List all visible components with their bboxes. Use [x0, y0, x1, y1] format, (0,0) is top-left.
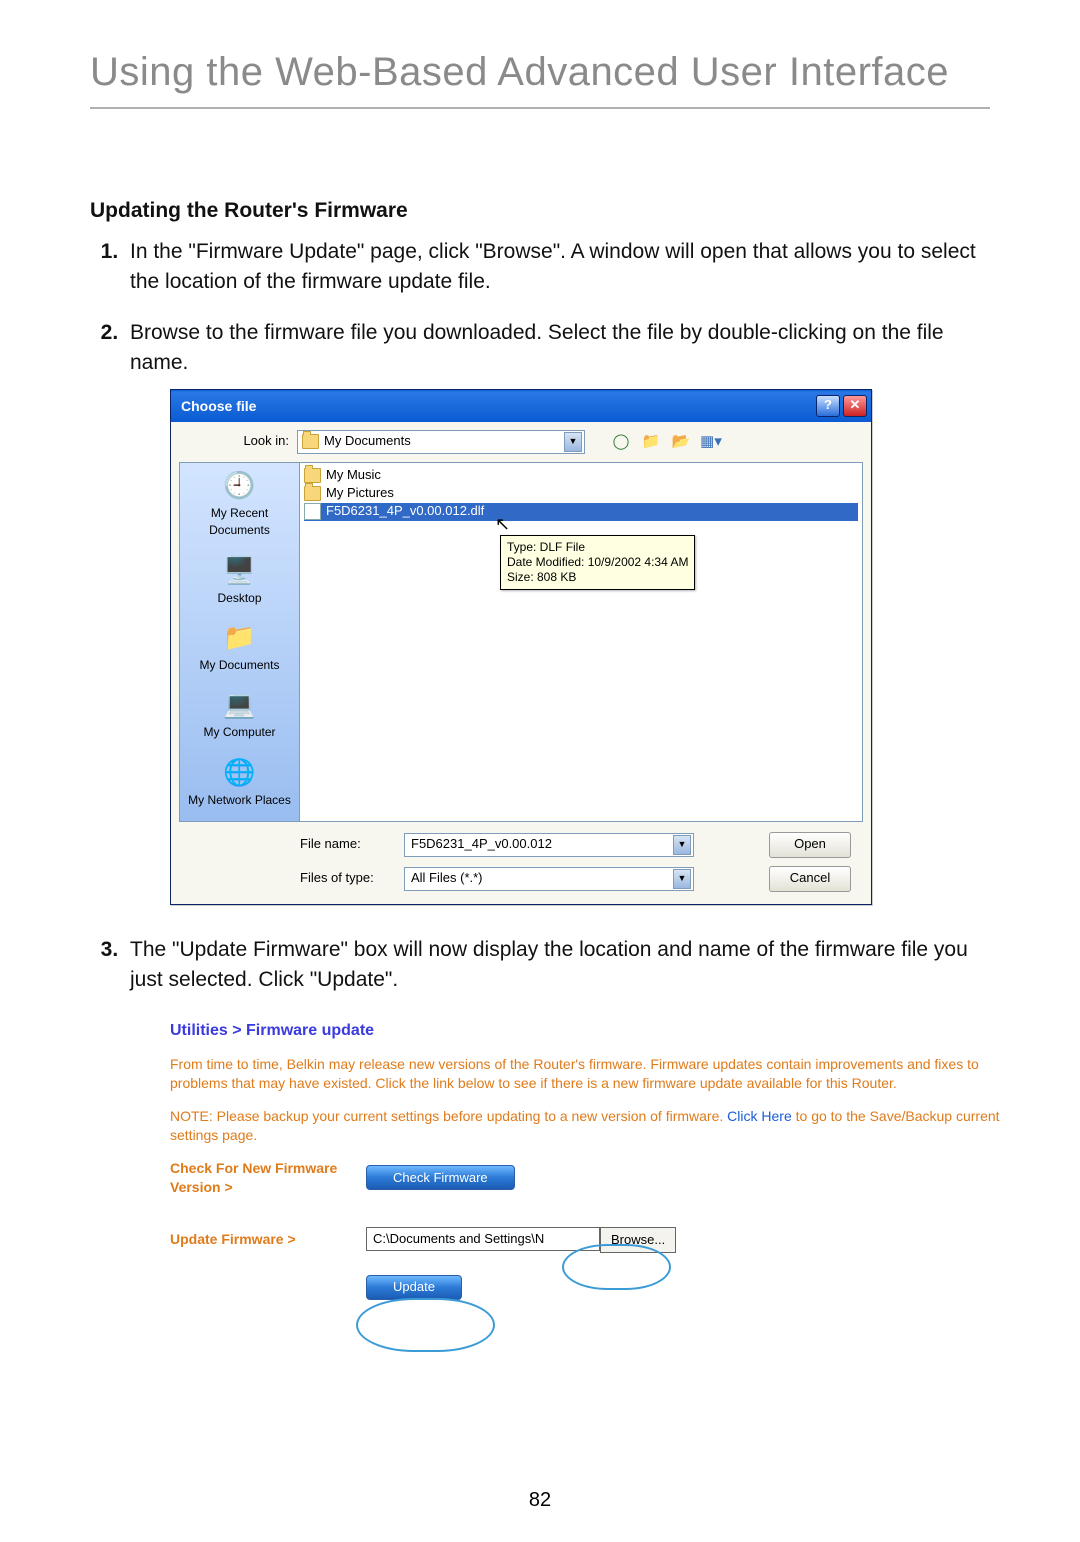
- mycomp-icon: 💻: [220, 688, 260, 722]
- new-folder-icon[interactable]: 📂: [671, 432, 691, 452]
- chevron-down-icon[interactable]: ▼: [564, 432, 582, 452]
- folder-icon: [304, 486, 321, 501]
- places-sidebar: 🕘 My Recent Documents 🖥️ Desktop 📁 My Do…: [179, 462, 299, 822]
- intro-text: From time to time, Belkin may release ne…: [170, 1055, 1000, 1093]
- sidebar-item-mycomp[interactable]: 💻 My Computer: [203, 688, 275, 741]
- sidebar-label-mynet: My Network Places: [188, 792, 291, 809]
- note-text: NOTE: Please backup your current setting…: [170, 1107, 1000, 1145]
- step-3: The "Update Firmware" box will now displ…: [124, 935, 990, 1300]
- mynet-icon: 🌐: [219, 756, 259, 790]
- dialog-toolbar: ◯ 📁 📂 ▦▾: [611, 432, 721, 452]
- cursor-icon: ↖: [495, 511, 510, 537]
- file-name: My Music: [326, 466, 381, 485]
- check-firmware-label: Check For New Firmware Version >: [170, 1159, 350, 1197]
- dialog-title: Choose file: [181, 396, 256, 416]
- back-icon[interactable]: ◯: [611, 432, 631, 452]
- breadcrumb: Utilities > Firmware update: [170, 1020, 1000, 1042]
- look-in-dropdown[interactable]: My Documents ▼: [297, 430, 585, 454]
- choose-file-dialog: Choose file ? ✕ Look in: My Documents: [170, 389, 872, 905]
- close-button[interactable]: ✕: [843, 395, 867, 417]
- sidebar-item-mynet[interactable]: 🌐 My Network Places: [188, 756, 291, 809]
- recent-icon: 🕘: [220, 469, 260, 503]
- update-firmware-label: Update Firmware >: [170, 1230, 350, 1249]
- update-button[interactable]: Update: [366, 1275, 462, 1300]
- file-type-value: All Files (*.*): [411, 869, 483, 888]
- sidebar-label-mycomp: My Computer: [203, 724, 275, 741]
- tooltip-line: Type: DLF File: [507, 540, 688, 555]
- page-number: 82: [0, 1489, 1080, 1512]
- file-name-input[interactable]: F5D6231_4P_v0.00.012 ▼: [404, 833, 694, 857]
- file-name-value: F5D6231_4P_v0.00.012: [411, 835, 552, 854]
- sidebar-label-mydocs: My Documents: [199, 657, 279, 674]
- tooltip-line: Date Modified: 10/9/2002 4:34 AM: [507, 555, 688, 570]
- look-in-value: My Documents: [324, 432, 411, 451]
- views-icon[interactable]: ▦▾: [701, 432, 721, 452]
- sidebar-label-recent: My Recent Documents: [182, 505, 297, 540]
- sidebar-label-desktop: Desktop: [217, 590, 261, 607]
- desktop-icon: 🖥️: [220, 554, 260, 588]
- file-list[interactable]: My Music My Pictures F5D6231_4P_v0.00.01…: [299, 462, 863, 822]
- page-title: Using the Web-Based Advanced User Interf…: [90, 50, 990, 109]
- sidebar-item-recent[interactable]: 🕘 My Recent Documents: [182, 469, 297, 540]
- folder-icon: [302, 434, 319, 449]
- mydocs-icon: 📁: [220, 621, 260, 655]
- firmware-path-input[interactable]: C:\Documents and Settings\N: [366, 1227, 600, 1251]
- folder-icon: [304, 468, 321, 483]
- tooltip-line: Size: 808 KB: [507, 570, 688, 585]
- file-type-label: Files of type:: [294, 869, 404, 888]
- chevron-down-icon[interactable]: ▼: [673, 869, 691, 889]
- chevron-down-icon[interactable]: ▼: [673, 835, 691, 855]
- step-2: Browse to the firmware file you download…: [124, 318, 990, 905]
- list-item-selected[interactable]: F5D6231_4P_v0.00.012.dlf: [304, 503, 858, 521]
- list-item[interactable]: My Pictures: [304, 485, 858, 503]
- sidebar-item-mydocs[interactable]: 📁 My Documents: [199, 621, 279, 674]
- note-prefix: NOTE: Please backup your current setting…: [170, 1108, 727, 1124]
- file-type-dropdown[interactable]: All Files (*.*) ▼: [404, 867, 694, 891]
- help-button[interactable]: ?: [816, 395, 840, 417]
- file-name: F5D6231_4P_v0.00.012.dlf: [326, 502, 484, 521]
- open-button[interactable]: Open: [769, 832, 851, 858]
- section-heading: Updating the Router's Firmware: [90, 199, 990, 223]
- step-1: In the "Firmware Update" page, click "Br…: [124, 237, 990, 298]
- step-2-text: Browse to the firmware file you download…: [130, 321, 944, 374]
- highlight-circle-update: [356, 1298, 495, 1352]
- file-name: My Pictures: [326, 484, 394, 503]
- dialog-titlebar: Choose file ? ✕: [171, 390, 871, 422]
- step-3-text: The "Update Firmware" box will now displ…: [130, 938, 968, 991]
- check-firmware-button[interactable]: Check Firmware: [366, 1165, 515, 1190]
- list-item[interactable]: My Music: [304, 467, 858, 485]
- browse-button[interactable]: Browse...: [600, 1227, 676, 1253]
- file-tooltip: Type: DLF File Date Modified: 10/9/2002 …: [500, 535, 695, 590]
- click-here-link[interactable]: Click Here: [727, 1108, 792, 1124]
- cancel-button[interactable]: Cancel: [769, 866, 851, 892]
- file-name-label: File name:: [294, 835, 404, 854]
- firmware-update-panel: Utilities > Firmware update From time to…: [170, 1020, 1000, 1300]
- sidebar-item-desktop[interactable]: 🖥️ Desktop: [217, 554, 261, 607]
- file-icon: [304, 503, 321, 520]
- look-in-label: Look in:: [179, 432, 289, 451]
- up-icon[interactable]: 📁: [641, 432, 661, 452]
